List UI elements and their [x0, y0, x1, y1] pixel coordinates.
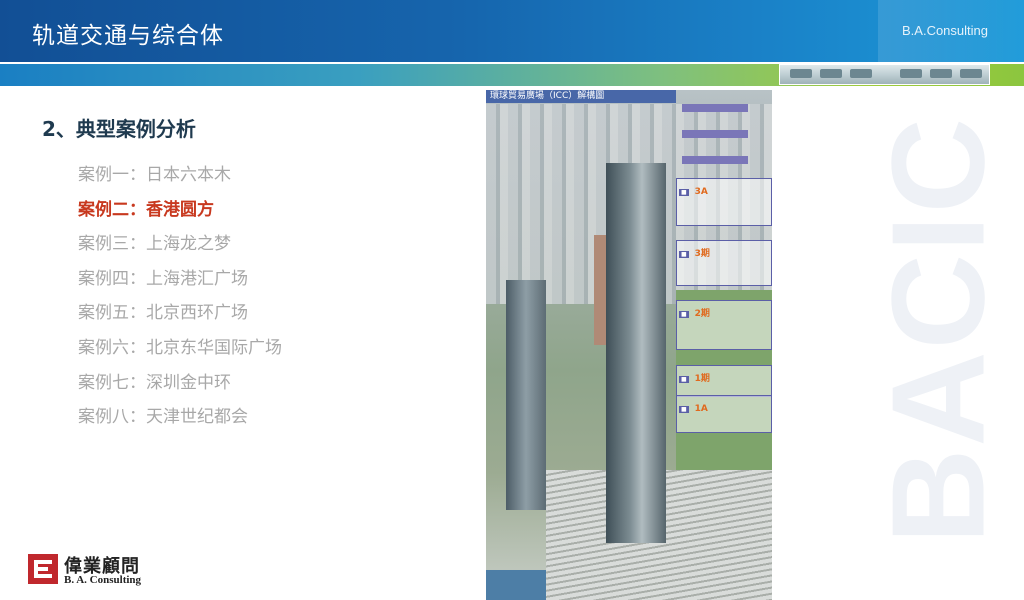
phase-tag: ■: [679, 251, 689, 258]
phase-label: 3A: [694, 187, 708, 197]
phase-tag: ■: [679, 311, 689, 318]
phase-tag: ■: [679, 406, 689, 413]
phase-box: ■ 1A: [676, 395, 772, 433]
legend-text: [682, 141, 772, 150]
phase-label: 3期: [694, 249, 710, 259]
phase-label: 2期: [694, 309, 710, 319]
case-item-7[interactable]: 案例七：深圳金中环: [78, 371, 282, 406]
slide-title: 轨道交通与综合体: [32, 23, 224, 49]
phase-tag: ■: [679, 189, 689, 196]
ba-logo-icon: [28, 554, 58, 584]
case-item-5[interactable]: 案例五：北京西环广场: [78, 301, 282, 336]
case-item-3[interactable]: 案例三：上海龙之梦: [78, 232, 282, 267]
legend-tag: [682, 104, 748, 112]
icc-aerial-photo: 環球貿易廣場（ICC）解構圖 ■ 3A ■ 3期 ■ 2期 ■ 1期 ■ 1A: [486, 90, 772, 600]
phase-box: ■ 3A: [676, 178, 772, 226]
legend-text: [682, 167, 772, 176]
phase-box: ■ 3期: [676, 240, 772, 286]
legend-text: [682, 115, 772, 124]
bacic-watermark: BACIC: [864, 116, 1012, 544]
phase-box: ■ 1期: [676, 365, 772, 397]
section-title: 2、典型案例分析: [42, 117, 196, 141]
case-item-6[interactable]: 案例六：北京东华国际广场: [78, 336, 282, 371]
legend-tag: [682, 130, 748, 138]
case-item-1[interactable]: 案例一：日本六本木: [78, 163, 282, 198]
tower-residential: [594, 235, 606, 345]
phase-label: 1期: [694, 374, 710, 384]
company-logo: 偉業顧問 B. A. Consulting: [24, 550, 154, 590]
phase-label: 1A: [694, 404, 708, 414]
brand-name: B.A.Consulting: [902, 23, 988, 38]
slide-header: 轨道交通与综合体 B.A.Consulting: [0, 0, 1024, 62]
phase-box: ■ 2期: [676, 300, 772, 350]
tower-icc: [606, 163, 666, 543]
photo-caption: 環球貿易廣場（ICC）解構圖: [486, 90, 676, 103]
case-item-8[interactable]: 案例八：天津世纪都会: [78, 405, 282, 440]
phase-tag: ■: [679, 376, 689, 383]
case-list: 案例一：日本六本木 案例二：香港圆方 案例三：上海龙之梦 案例四：上海港汇广场 …: [78, 163, 282, 440]
train-thumbnail: [779, 64, 990, 85]
legend-tag: [682, 156, 748, 164]
case-item-2-active[interactable]: 案例二：香港圆方: [78, 198, 282, 233]
tower-secondary: [506, 280, 546, 510]
case-item-4[interactable]: 案例四：上海港汇广场: [78, 267, 282, 302]
photo-legend: [682, 104, 772, 182]
logo-english: B. A. Consulting: [64, 574, 142, 586]
